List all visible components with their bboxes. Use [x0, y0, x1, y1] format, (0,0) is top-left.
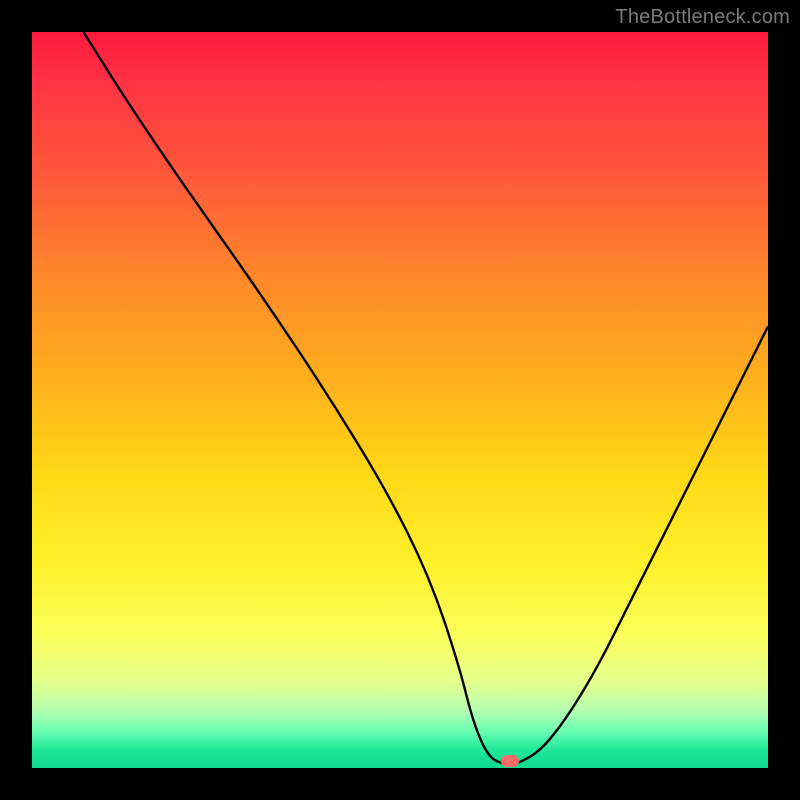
optimal-point-marker	[501, 755, 519, 767]
chart-container: TheBottleneck.com	[0, 0, 800, 800]
watermark-text: TheBottleneck.com	[615, 6, 790, 29]
bottleneck-curve	[84, 32, 769, 764]
plot-area	[32, 32, 768, 768]
line-chart-svg	[32, 32, 768, 768]
